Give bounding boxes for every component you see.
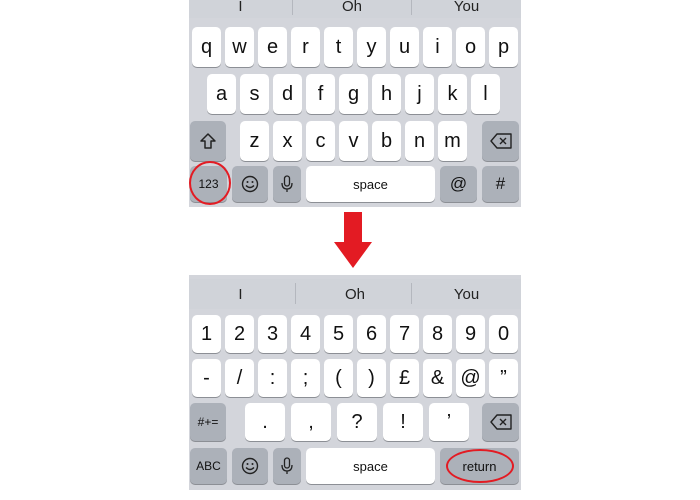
space-key[interactable]: space <box>306 166 435 202</box>
key-l[interactable]: l <box>471 74 500 114</box>
key-f[interactable]: f <box>306 74 335 114</box>
key-z[interactable]: z <box>240 121 269 161</box>
key-semicolon[interactable]: ; <box>291 359 320 397</box>
key-quote[interactable]: ” <box>489 359 518 397</box>
key-0[interactable]: 0 <box>489 315 518 353</box>
key-p[interactable]: p <box>489 27 518 67</box>
highlight-circle-return <box>446 449 514 483</box>
suggestion-i[interactable]: I <box>189 0 292 18</box>
at-key[interactable]: @ <box>440 166 477 202</box>
microphone-icon <box>281 457 293 474</box>
key-b[interactable]: b <box>372 121 401 161</box>
abc-key[interactable]: ABC <box>190 448 227 484</box>
emoji-icon <box>241 457 259 475</box>
key-comma[interactable]: , <box>291 403 331 441</box>
key-apostrophe[interactable]: ’ <box>429 403 469 441</box>
key-close-paren[interactable]: ) <box>357 359 386 397</box>
key-hyphen[interactable]: - <box>192 359 221 397</box>
suggestion-bar: I Oh You <box>189 279 521 309</box>
keyboard-numbers: I Oh You 1 2 3 4 5 6 7 8 9 0 - / : ; ( )… <box>189 275 521 490</box>
key-h[interactable]: h <box>372 74 401 114</box>
key-slash[interactable]: / <box>225 359 254 397</box>
highlight-circle-123 <box>189 161 231 205</box>
symbols-key[interactable]: #+= <box>190 403 226 441</box>
shift-icon <box>200 133 216 149</box>
key-q[interactable]: q <box>192 27 221 67</box>
backspace-icon <box>489 414 512 430</box>
key-5[interactable]: 5 <box>324 315 353 353</box>
key-8[interactable]: 8 <box>423 315 452 353</box>
dictation-key[interactable] <box>273 166 301 202</box>
key-g[interactable]: g <box>339 74 368 114</box>
key-exclamation[interactable]: ! <box>383 403 423 441</box>
key-period[interactable]: . <box>245 403 285 441</box>
suggestion-bar: I Oh You <box>189 0 521 18</box>
key-x[interactable]: x <box>273 121 302 161</box>
keyboard-letters: I Oh You q w e r t y u i o p a s d f g h… <box>189 0 521 207</box>
backspace-key[interactable] <box>482 403 519 441</box>
emoji-icon <box>241 175 259 193</box>
microphone-icon <box>281 175 293 192</box>
key-colon[interactable]: : <box>258 359 287 397</box>
key-y[interactable]: y <box>357 27 386 67</box>
key-o[interactable]: o <box>456 27 485 67</box>
key-i[interactable]: i <box>423 27 452 67</box>
key-c[interactable]: c <box>306 121 335 161</box>
suggestion-you[interactable]: You <box>412 0 521 18</box>
backspace-key[interactable] <box>482 121 519 161</box>
key-e[interactable]: e <box>258 27 287 67</box>
backspace-icon <box>489 133 512 149</box>
hash-key[interactable]: # <box>482 166 519 202</box>
key-question[interactable]: ? <box>337 403 377 441</box>
key-k[interactable]: k <box>438 74 467 114</box>
key-r[interactable]: r <box>291 27 320 67</box>
emoji-key[interactable] <box>232 166 268 202</box>
key-a[interactable]: a <box>207 74 236 114</box>
key-3[interactable]: 3 <box>258 315 287 353</box>
emoji-key[interactable] <box>232 448 268 484</box>
key-t[interactable]: t <box>324 27 353 67</box>
key-w[interactable]: w <box>225 27 254 67</box>
suggestion-oh[interactable]: Oh <box>293 0 411 18</box>
suggestion-i[interactable]: I <box>189 279 292 309</box>
key-d[interactable]: d <box>273 74 302 114</box>
key-at[interactable]: @ <box>456 359 485 397</box>
key-u[interactable]: u <box>390 27 419 67</box>
key-7[interactable]: 7 <box>390 315 419 353</box>
key-9[interactable]: 9 <box>456 315 485 353</box>
key-pound[interactable]: £ <box>390 359 419 397</box>
dictation-key[interactable] <box>273 448 301 484</box>
arrow-down-icon <box>334 212 372 268</box>
key-j[interactable]: j <box>405 74 434 114</box>
key-ampersand[interactable]: & <box>423 359 452 397</box>
key-1[interactable]: 1 <box>192 315 221 353</box>
key-v[interactable]: v <box>339 121 368 161</box>
key-open-paren[interactable]: ( <box>324 359 353 397</box>
key-6[interactable]: 6 <box>357 315 386 353</box>
key-n[interactable]: n <box>405 121 434 161</box>
key-s[interactable]: s <box>240 74 269 114</box>
key-4[interactable]: 4 <box>291 315 320 353</box>
space-key[interactable]: space <box>306 448 435 484</box>
key-m[interactable]: m <box>438 121 467 161</box>
suggestion-you[interactable]: You <box>412 279 521 309</box>
suggestion-oh[interactable]: Oh <box>296 279 414 309</box>
key-2[interactable]: 2 <box>225 315 254 353</box>
shift-key[interactable] <box>190 121 226 161</box>
